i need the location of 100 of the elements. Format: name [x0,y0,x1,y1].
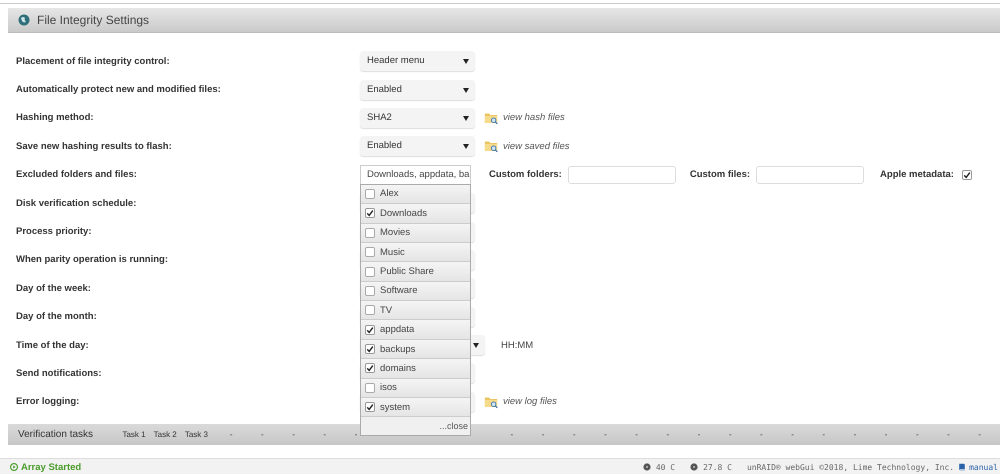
field-label: Custom files: [690,169,750,180]
folder-option[interactable]: isos [361,378,470,398]
column-header: Task 2 [153,430,178,439]
folder-search-icon [484,394,498,409]
option-label: Movies [380,227,410,238]
dropdown[interactable]: SHA2 [360,108,475,128]
column-header: Task 1 [122,430,146,439]
check-icon [962,170,971,179]
checkbox[interactable] [365,247,375,258]
custom-folders-field[interactable] [568,166,676,184]
check-icon [366,364,374,372]
column-header: - [603,430,608,439]
column-header: - [291,430,296,439]
dropdown[interactable]: Enabled [360,136,475,156]
setting-label: Day of the month: [16,311,98,322]
checkbox[interactable] [365,382,375,393]
folder-option[interactable]: Movies [361,224,470,243]
disk-icon [690,463,698,471]
setting-label: Save new hashing results to flash: [16,140,173,152]
array-status: Array Started [21,462,82,472]
copyright: unRAID® webGui ©2018, Lime Technology, Inc. [746,462,954,472]
temperature: 27.8 C [703,462,732,472]
checkbox[interactable] [365,208,375,218]
folder-option[interactable]: Software [361,282,470,302]
globe-icon [18,14,30,26]
folder-select-field[interactable]: Downloads, appdata, ba [360,164,471,184]
column-header: - [322,430,328,439]
folder-option[interactable]: backups [361,340,470,360]
checkbox[interactable] [365,228,375,238]
option-label: system [380,402,410,413]
field-label: Apple metadata: [880,169,954,180]
checkbox[interactable] [962,170,972,180]
column-header: - [696,430,702,439]
column-header: - [540,430,546,439]
setting-label: Placement of file integrity control: [16,56,171,67]
option-label: Software [380,285,418,296]
dropdown[interactable]: Header menu [360,51,475,72]
column-header: - [884,430,888,439]
option-label: isos [380,382,397,394]
column-header: - [914,430,920,439]
column-header: - [759,430,764,439]
folder-option[interactable]: system [361,398,470,418]
column-header: - [572,430,577,439]
column-header: - [354,430,358,439]
check-icon [366,403,374,412]
folder-option[interactable]: Music [361,242,470,262]
section-title: File Integrity Settings [37,13,150,27]
column-header: - [634,430,639,439]
folder-option[interactable]: domains [361,359,470,379]
column-header: - [852,430,858,439]
folder-option[interactable]: Public Share [361,262,470,282]
option-label: Alex [380,188,398,200]
table-title: Verification tasks [17,429,94,440]
column-header: - [260,430,265,439]
setting-label: Hashing method: [16,112,95,124]
checkbox[interactable] [365,402,375,412]
manual-link[interactable]: manual [969,462,998,472]
checkbox[interactable] [365,344,375,354]
disk-icon [642,463,651,471]
book-icon [958,463,966,471]
option-label: backups [380,344,416,355]
setting-label: Process priority: [16,226,92,238]
column-header: - [728,430,733,439]
column-header: Task 3 [184,430,208,439]
folder-option[interactable]: TV [361,301,470,320]
option-label: domains [380,362,416,374]
temperature: 40 C [656,462,676,472]
close-link[interactable]: ...close [361,417,470,436]
setting-label: Error logging: [16,396,80,408]
option-label: appdata [380,324,414,336]
column-header: - [977,430,982,439]
folder-option[interactable]: appdata [361,320,470,340]
checkbox[interactable] [365,266,375,276]
option-label: TV [380,304,392,316]
option-label: Downloads [380,208,427,219]
checkbox[interactable] [365,324,375,335]
setting-label: Time of the day: [16,340,90,351]
custom-files-field[interactable] [756,166,864,184]
format-hint: HH:MM [501,340,534,351]
setting-label: When parity operation is running: [16,254,169,266]
setting-label: Automatically protect new and modified files: [16,84,222,96]
view-link[interactable]: view saved files [503,140,570,152]
checkbox[interactable] [365,305,375,316]
checkbox[interactable] [365,363,375,374]
setting-label: Excluded folders and files: [16,169,138,180]
check-icon [366,326,374,334]
setting-label: Day of the week: [16,282,92,294]
play-icon [10,463,18,471]
view-link[interactable]: view log files [503,396,557,408]
folder-option[interactable]: Alex [361,184,470,204]
folder-search-icon [484,110,498,125]
column-header: - [665,430,670,439]
setting-label: Disk verification schedule: [16,198,138,209]
folder-option[interactable]: Downloads [361,204,470,224]
checkbox[interactable] [365,286,375,296]
view-link[interactable]: view hash files [503,112,565,124]
option-label: Music [380,246,405,258]
folder-search-icon [484,139,498,154]
checkbox[interactable] [365,188,375,199]
dropdown[interactable]: Enabled [360,80,475,100]
